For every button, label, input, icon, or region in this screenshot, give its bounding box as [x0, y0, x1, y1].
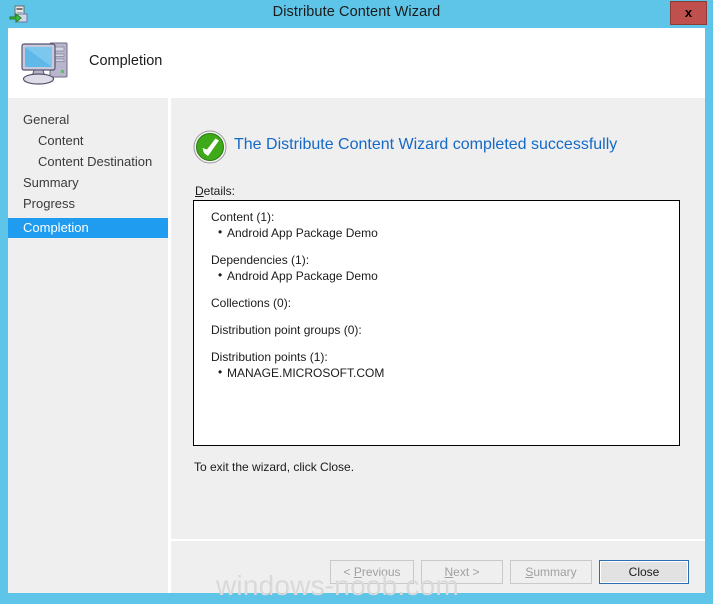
- summary-button[interactable]: Summary: [510, 560, 592, 584]
- page-title: Completion: [89, 53, 163, 69]
- detail-group: Dependencies (1):Android App Package Dem…: [194, 252, 679, 284]
- detail-group: Distribution points (1):MANAGE.MICROSOFT…: [194, 349, 679, 381]
- close-button[interactable]: Close: [599, 560, 689, 584]
- title-bar: Distribute Content Wizard x: [0, 0, 713, 28]
- detail-group-heading: Collections (0):: [211, 296, 292, 310]
- next-button[interactable]: Next >: [421, 560, 503, 584]
- sidebar-item-general[interactable]: General: [8, 110, 186, 130]
- details-box[interactable]: Content (1):Android App Package DemoDepe…: [193, 200, 680, 446]
- close-window-button[interactable]: x: [670, 1, 707, 25]
- previous-button[interactable]: < Previous: [330, 560, 414, 584]
- sidebar-item-completion[interactable]: Completion: [8, 218, 186, 238]
- success-message: The Distribute Content Wizard completed …: [234, 136, 618, 153]
- detail-group: Collections (0):: [194, 295, 679, 311]
- detail-list-item: MANAGE.MICROSOFT.COM: [194, 364, 679, 381]
- wizard-steps-nav: General Content Content Destination Summary…: [8, 98, 186, 593]
- wizard-header: Completion: [8, 28, 705, 98]
- detail-group-heading: Distribution points (1):: [211, 350, 328, 364]
- detail-list-item: Android App Package Demo: [194, 224, 679, 241]
- detail-group: Content (1):Android App Package Demo: [194, 209, 679, 241]
- detail-group-heading: Distribution point groups (0):: [211, 323, 362, 337]
- computer-icon: [17, 35, 77, 91]
- window-title: Distribute Content Wizard: [272, 4, 441, 20]
- detail-list-item: Android App Package Demo: [194, 267, 679, 284]
- details-label: Details:: [195, 184, 236, 198]
- detail-group: Distribution point groups (0):: [194, 322, 679, 338]
- detail-group-heading: Content (1):: [211, 210, 275, 224]
- exit-instruction: To exit the wizard, click Close.: [194, 460, 355, 474]
- sidebar-item-summary[interactable]: Summary: [8, 173, 186, 193]
- wizard-window: Distribute Content Wizard x Completion G…: [0, 0, 713, 604]
- detail-group-heading: Dependencies (1):: [211, 253, 310, 267]
- success-check-icon: [193, 130, 227, 164]
- sidebar-item-progress[interactable]: Progress: [8, 194, 186, 214]
- wizard-content-panel: The Distribute Content Wizard completed …: [171, 98, 705, 540]
